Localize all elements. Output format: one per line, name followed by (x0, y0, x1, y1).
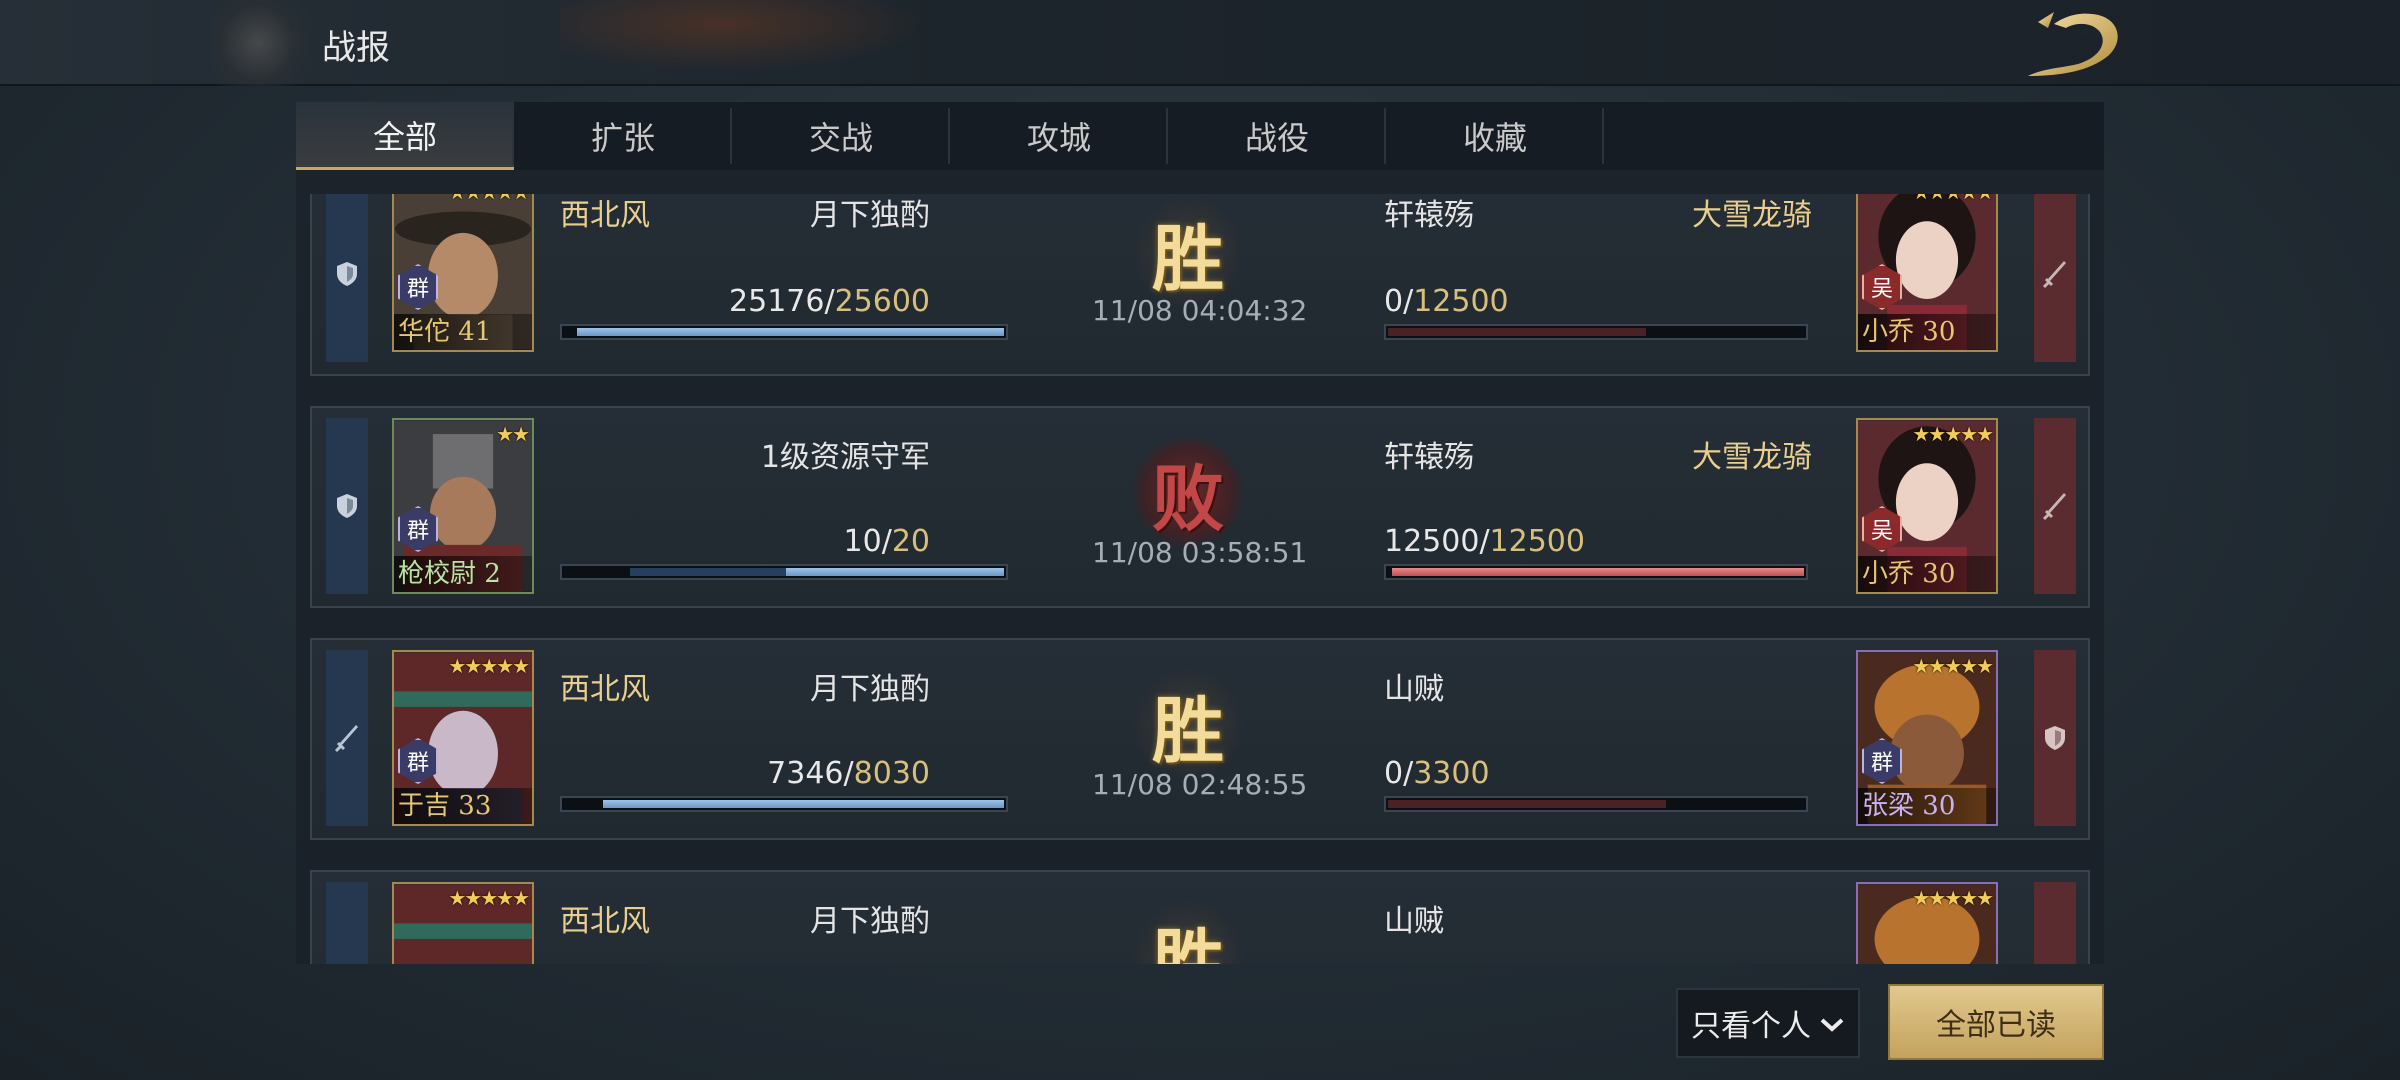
troop-bar (560, 324, 1008, 340)
tab-favorites[interactable]: 收藏 (1386, 102, 1604, 170)
star-rating: ★★★★★ (1912, 422, 1994, 446)
left-role-strip (326, 650, 368, 826)
opponent-troop-bar-track (1388, 328, 1646, 336)
hero-name-level: 枪校尉 2 (394, 556, 532, 592)
hero-name-level: 于吉 33 (394, 788, 532, 824)
sword-icon (334, 723, 360, 753)
hero-portrait[interactable]: ★★ 群 枪校尉 2 (392, 418, 534, 594)
back-dragon-icon[interactable] (2018, 6, 2128, 80)
right-role-strip (2034, 418, 2076, 594)
opponent-troop-bar (1384, 564, 1808, 580)
opponent-portrait[interactable]: ★★★★★ 吴 小乔 30 (1856, 194, 1998, 352)
commander-name: 月下独酌 (810, 904, 930, 939)
tab-expand[interactable]: 扩张 (514, 102, 732, 170)
opponent-name: 轩辕殇 (1384, 198, 1474, 233)
opponent-troop-bar-fill (1392, 568, 1804, 576)
right-role-strip (2034, 650, 2076, 826)
shield-icon (2043, 724, 2067, 752)
troop-count: 10/20 (843, 524, 930, 559)
opponent-troop-bar (1384, 324, 1808, 340)
opponent-alliance: 大雪龙骑 (1692, 440, 1812, 475)
commander-name: 月下独酌 (810, 672, 930, 707)
chevron-down-icon (1819, 1006, 1845, 1041)
dragon-ornament (210, 0, 330, 86)
ember-glow (560, 0, 960, 80)
player-name: 西北风 (560, 904, 650, 939)
report-list[interactable]: ★★★★★ 群 华佗 41 西北风 月下独酌 25176/25600 胜 11/… (296, 194, 2104, 964)
personal-filter-dropdown[interactable]: 只看个人 (1676, 988, 1860, 1058)
troop-bar-fill (786, 568, 1004, 576)
troop-count: 7346/8030 (767, 756, 930, 791)
left-role-strip (326, 418, 368, 594)
battle-time: 11/08 02:48:55 (1092, 768, 1308, 801)
battle-time: 11/08 04:04:32 (1092, 294, 1308, 327)
star-rating: ★★ (496, 422, 530, 446)
report-card[interactable]: ★★★★★ 群 华佗 41 西北风 月下独酌 25176/25600 胜 11/… (310, 194, 2090, 376)
star-rating: ★★★★★ (1912, 654, 1994, 678)
opponent-portrait[interactable]: ★★★★★ (1856, 882, 1998, 964)
troop-count: 25176/25600 (729, 284, 930, 319)
result-win-icon: 胜 (1132, 900, 1244, 964)
tab-bar: 全部 扩张 交战 攻城 战役 收藏 (296, 102, 2104, 170)
battle-report-panel: 全部 扩张 交战 攻城 战役 收藏 ★★★★★ 群 (296, 102, 2104, 964)
hero-portrait[interactable]: ★★★★★ 群 于吉 33 (392, 650, 534, 826)
result-lose-icon: 败 (1132, 436, 1244, 548)
filter-label: 只看个人 (1691, 1009, 1811, 1044)
tab-all[interactable]: 全部 (296, 102, 514, 170)
troop-bar-fill (602, 800, 1004, 808)
opponent-alliance: 大雪龙骑 (1692, 198, 1812, 233)
right-role-strip (2034, 882, 2076, 964)
opponent-portrait[interactable]: ★★★★★ 群 张梁 30 (1856, 650, 1998, 826)
opponent-troop-count: 0/3300 (1384, 756, 1490, 791)
opponent-name: 山贼 (1384, 904, 1444, 939)
opponent-troop-bar-track (1388, 800, 1666, 808)
report-card[interactable]: ★★★★★ 西北风 月下独酌 胜 山贼 ★★★★★ (310, 870, 2090, 964)
hero-name-level: 华佗 41 (394, 314, 532, 350)
sword-icon (2042, 491, 2068, 521)
shield-icon (335, 260, 359, 288)
result-win-icon: 胜 (1132, 668, 1244, 780)
left-role-strip (326, 882, 368, 964)
page-title: 战报 (322, 28, 390, 68)
top-bar: 战报 (0, 0, 2400, 86)
opponent-troop-count: 12500/12500 (1384, 524, 1585, 559)
opponent-name: 轩辕殇 (1384, 440, 1474, 475)
hero-portrait[interactable]: ★★★★★ (392, 882, 534, 964)
star-rating: ★★★★★ (1912, 194, 1994, 204)
report-card[interactable]: ★★★★★ 群 于吉 33 西北风 月下独酌 7346/8030 胜 11/08… (310, 638, 2090, 840)
result-win-icon: 胜 (1132, 196, 1244, 308)
report-card[interactable]: ★★ 群 枪校尉 2 1级资源守军 10/20 败 11/08 03:58:51… (310, 406, 2090, 608)
hero-name-level: 小乔 30 (1858, 556, 1996, 592)
star-rating: ★★★★★ (448, 886, 530, 910)
tab-campaign[interactable]: 战役 (1168, 102, 1386, 170)
left-role-strip (326, 194, 368, 362)
sword-icon (2042, 259, 2068, 289)
player-name: 西北风 (560, 198, 650, 233)
tab-engage[interactable]: 交战 (732, 102, 950, 170)
mark-all-read-button[interactable]: 全部已读 (1888, 984, 2104, 1060)
troop-bar (560, 564, 1008, 580)
troop-bar (560, 796, 1008, 812)
commander-name: 1级资源守军 (760, 440, 930, 475)
player-name: 西北风 (560, 672, 650, 707)
opponent-troop-count: 0/12500 (1384, 284, 1509, 319)
hero-name-level: 小乔 30 (1858, 314, 1996, 350)
opponent-portrait[interactable]: ★★★★★ 吴 小乔 30 (1856, 418, 1998, 594)
shield-icon (335, 492, 359, 520)
right-role-strip (2034, 194, 2076, 362)
tab-siege[interactable]: 攻城 (950, 102, 1168, 170)
hero-portrait[interactable]: ★★★★★ 群 华佗 41 (392, 194, 534, 352)
opponent-name: 山贼 (1384, 672, 1444, 707)
commander-name: 月下独酌 (810, 198, 930, 233)
star-rating: ★★★★★ (448, 194, 530, 204)
star-rating: ★★★★★ (448, 654, 530, 678)
hero-name-level: 张梁 30 (1858, 788, 1996, 824)
opponent-troop-bar (1384, 796, 1808, 812)
battle-time: 11/08 03:58:51 (1092, 536, 1308, 569)
star-rating: ★★★★★ (1912, 886, 1994, 910)
troop-bar-fill (576, 328, 1004, 336)
